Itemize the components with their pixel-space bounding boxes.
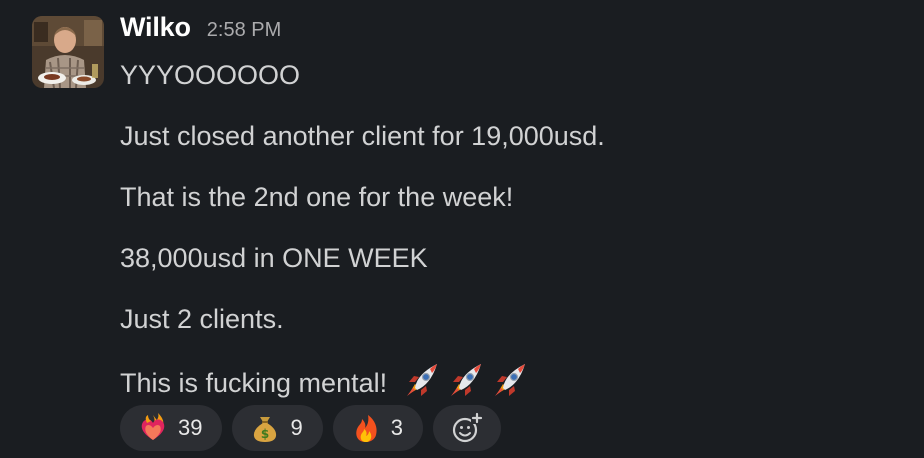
reaction-heart-on-fire[interactable]: 39: [120, 405, 223, 451]
reactions-bar: 39 $ 9 3: [120, 405, 501, 451]
reaction-count: 39: [178, 415, 203, 440]
fire-emoji: [351, 413, 381, 443]
sender-name[interactable]: Wilko: [120, 12, 191, 43]
timestamp[interactable]: 2:58 PM: [207, 19, 281, 42]
money-bag-emoji: $: [250, 413, 280, 443]
message-header: Wilko 2:58 PM: [120, 12, 910, 52]
message-line-text: This is fucking mental!: [120, 368, 388, 398]
reaction-count: 3: [390, 415, 403, 440]
add-reaction-button[interactable]: [432, 405, 501, 451]
message-line: 38,000usd in ONE WEEK: [120, 243, 428, 273]
avatar[interactable]: [32, 16, 104, 88]
avatar-image: [32, 16, 104, 88]
add-reaction-icon: [450, 411, 484, 445]
svg-text:$: $: [261, 427, 269, 441]
message-line: Just 2 clients.: [120, 304, 284, 334]
rocket-emoji: [406, 364, 437, 396]
rocket-emojis: [403, 360, 531, 400]
message-line: That is the 2nd one for the week!: [120, 182, 514, 212]
message-line: Just closed another client for 19,000usd…: [120, 121, 605, 151]
message-line: YYYOOOOOO: [120, 60, 301, 90]
reaction-money-bag[interactable]: $ 9: [232, 405, 323, 451]
message: Wilko 2:58 PM YYYOOOOOO Just closed anot…: [0, 0, 924, 458]
rocket-emoji: [494, 364, 525, 396]
reaction-fire[interactable]: 3: [332, 405, 423, 451]
reaction-count: 9: [290, 415, 303, 440]
message-content: Wilko 2:58 PM YYYOOOOOO Just closed anot…: [120, 12, 910, 421]
heart-on-fire-emoji: [138, 413, 168, 443]
rocket-emoji: [450, 364, 481, 396]
